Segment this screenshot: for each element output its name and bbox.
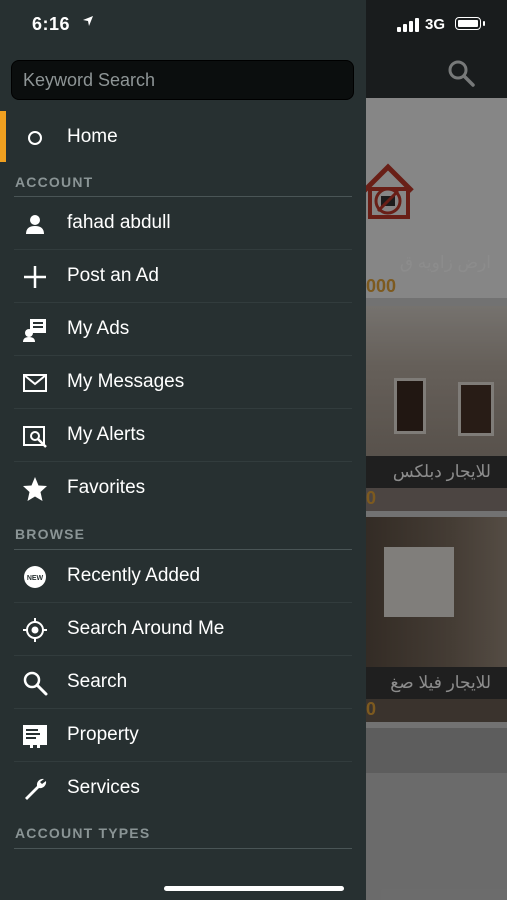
drawer-overlay[interactable] (366, 0, 507, 900)
section-divider (14, 848, 352, 849)
status-time: 6:16 (32, 14, 71, 34)
menu-item-favorites[interactable]: Favorites (0, 462, 366, 515)
menu-item-label: Post an Ad (67, 265, 159, 286)
alert-search-icon (22, 423, 48, 449)
menu-item-home[interactable]: Home (0, 111, 366, 164)
plus-icon (22, 264, 48, 290)
property-icon (22, 723, 48, 749)
menu-item-label: Favorites (67, 477, 146, 498)
menu-item-label: Home (67, 126, 118, 147)
menu-item-label: Property (67, 724, 139, 745)
circle-icon (22, 125, 48, 151)
section-header-browse: BROWSE (15, 526, 86, 542)
user-icon (22, 211, 48, 237)
menu-item-label: My Messages (67, 371, 185, 392)
menu-item-label: Search (67, 671, 128, 692)
battery-icon (455, 17, 485, 30)
status-bar: 6:16 3G (0, 0, 507, 50)
location-target-icon (22, 617, 48, 643)
new-badge-icon: NEW (22, 564, 48, 590)
keyword-search-box[interactable] (11, 60, 354, 100)
menu-item-label: Services (67, 777, 140, 798)
menu-item-my-ads[interactable]: My Ads (0, 303, 366, 356)
star-icon (22, 476, 48, 502)
envelope-icon (22, 370, 48, 396)
keyword-search-input[interactable] (12, 61, 353, 99)
home-indicator[interactable] (164, 886, 344, 891)
network-type: 3G (425, 16, 446, 33)
app-screen: ارض زاويه ق 000 للايجار دبلكس 0 للايجار … (0, 0, 507, 900)
menu-item-label: Search Around Me (67, 618, 225, 639)
menu-item-my-alerts[interactable]: My Alerts (0, 409, 366, 462)
svg-text:NEW: NEW (27, 575, 44, 582)
section-header-account: ACCOUNT (15, 174, 94, 190)
menu-item-label: fahad abdull (67, 212, 171, 233)
location-arrow-icon (82, 15, 94, 27)
my-ads-icon (22, 317, 48, 343)
menu-item-search[interactable]: Search (0, 656, 366, 709)
side-drawer: Home ACCOUNT fahad abdull Post an Ad My … (0, 0, 366, 900)
menu-item-property[interactable]: Property (0, 709, 366, 762)
menu-item-label: Recently Added (67, 565, 201, 586)
menu-item-recently-added[interactable]: NEW Recently Added (0, 550, 366, 603)
menu-item-profile[interactable]: fahad abdull (0, 197, 366, 250)
signal-bars-icon (397, 18, 421, 32)
search-icon (22, 670, 48, 696)
menu-item-services[interactable]: Services (0, 762, 366, 815)
wrench-icon (22, 776, 48, 802)
menu-item-label: My Ads (67, 318, 130, 339)
menu-item-label: My Alerts (67, 424, 146, 445)
menu-item-search-around-me[interactable]: Search Around Me (0, 603, 366, 656)
section-header-account-types: ACCOUNT TYPES (15, 825, 151, 841)
menu-item-my-messages[interactable]: My Messages (0, 356, 366, 409)
menu-item-post-ad[interactable]: Post an Ad (0, 250, 366, 303)
